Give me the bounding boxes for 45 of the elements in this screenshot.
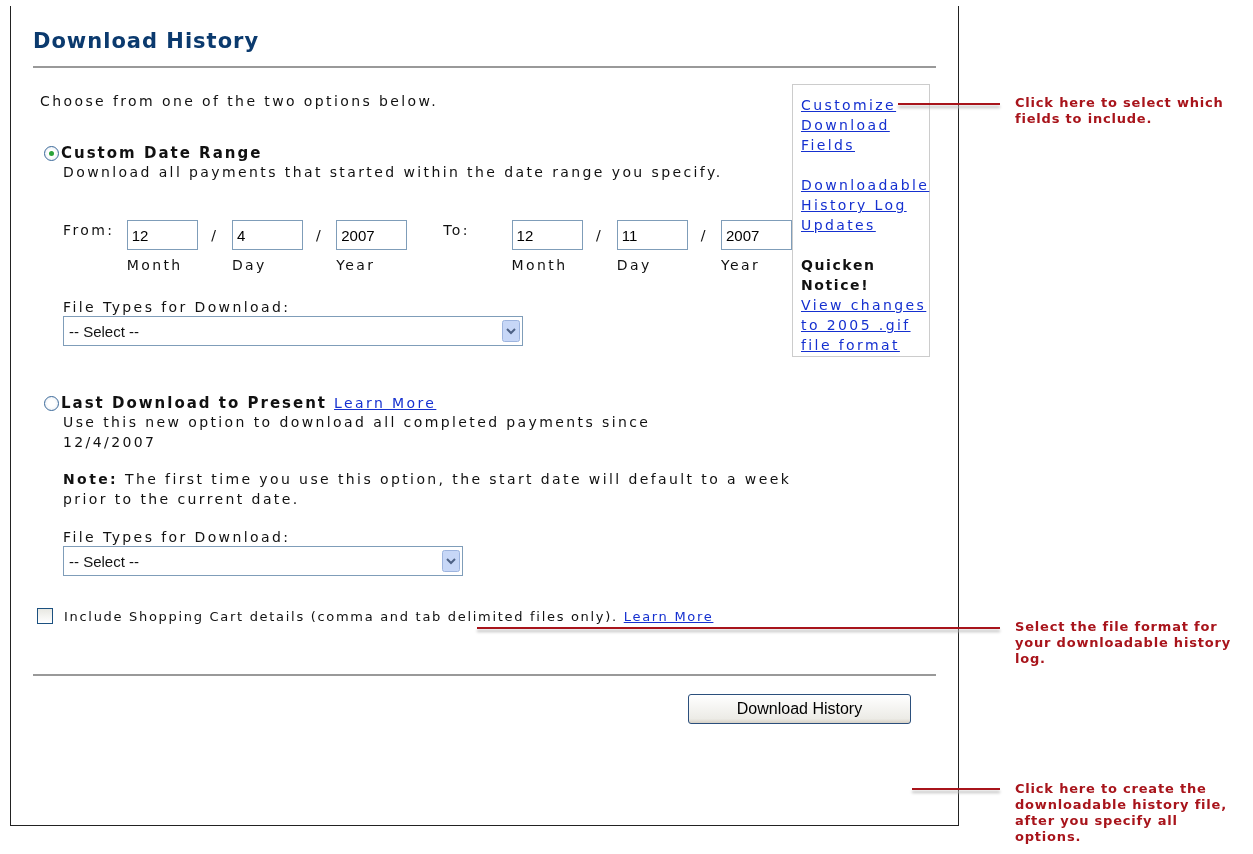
checkbox-label: Include Shopping Cart details (comma and tab delimited files only). <box>64 608 618 624</box>
date-separator: / <box>595 227 605 243</box>
date-input[interactable]: 4 <box>231 220 303 250</box>
date-part-label: Month <box>126 257 184 273</box>
callout-text: Click here to select which fields to include. <box>1015 95 1225 127</box>
file-types-label: File Types for Download: <box>63 528 292 546</box>
download-history-button[interactable]: Download History <box>688 694 911 724</box>
file-types-label: File Types for Download: <box>63 298 292 316</box>
date-part-label: Month <box>511 257 569 273</box>
page-title: Download History <box>33 28 261 54</box>
learn-more-link[interactable]: Learn More <box>623 608 714 624</box>
date-input[interactable]: 12 <box>511 220 583 250</box>
learn-more-link[interactable]: Learn More <box>334 395 437 411</box>
callout-text: Click here to create the downloadable history file, after you specify all options. <box>1015 781 1228 845</box>
chevron-down-icon <box>442 550 460 572</box>
to-label: To: <box>442 222 471 238</box>
from-label: From: <box>63 222 116 238</box>
date-part-label: Year <box>721 257 762 273</box>
date-separator: / <box>315 227 325 243</box>
notice-heading: Quicken Notice! <box>801 256 877 295</box>
radio-button[interactable] <box>44 395 59 411</box>
date-separator: / <box>210 227 220 243</box>
radio-button[interactable] <box>44 145 59 161</box>
option-description: Use this new option to download all completed payments since 12/4/2007 <box>63 413 652 452</box>
date-part-label: Day <box>616 257 653 273</box>
date-part-label: Day <box>231 257 268 273</box>
chevron-down-icon <box>502 320 520 342</box>
date-part-label: Year <box>336 257 377 273</box>
intro-text: Choose from one of the two options below. <box>40 92 439 110</box>
note-text: Note: The first time you use this option, the start date will default to a week prior to the current date. <box>63 470 792 509</box>
callout-text: Select the file format for your downloadable history log. <box>1015 619 1232 667</box>
option-label: Last Download to Present <box>61 394 328 412</box>
sidebar-link[interactable]: Customize Download Fields <box>801 95 927 155</box>
date-input[interactable]: 2007 <box>336 220 408 250</box>
option-label: Custom Date Range <box>61 144 263 162</box>
option-description: Download all payments that started within the date range you specify. <box>63 163 724 182</box>
sidebar-link[interactable]: View changes to 2005 .gif file format <box>801 295 927 355</box>
date-separator: / <box>699 227 709 243</box>
date-input[interactable]: 11 <box>616 220 688 250</box>
sidebar-link[interactable]: Downloadable History Log Updates <box>801 175 927 235</box>
file-type-select[interactable]: -- Select -- <box>63 316 523 346</box>
checkbox[interactable] <box>37 608 53 624</box>
file-type-select[interactable]: -- Select -- <box>63 546 463 576</box>
date-input[interactable]: 2007 <box>721 220 792 250</box>
date-input[interactable]: 12 <box>126 220 198 250</box>
